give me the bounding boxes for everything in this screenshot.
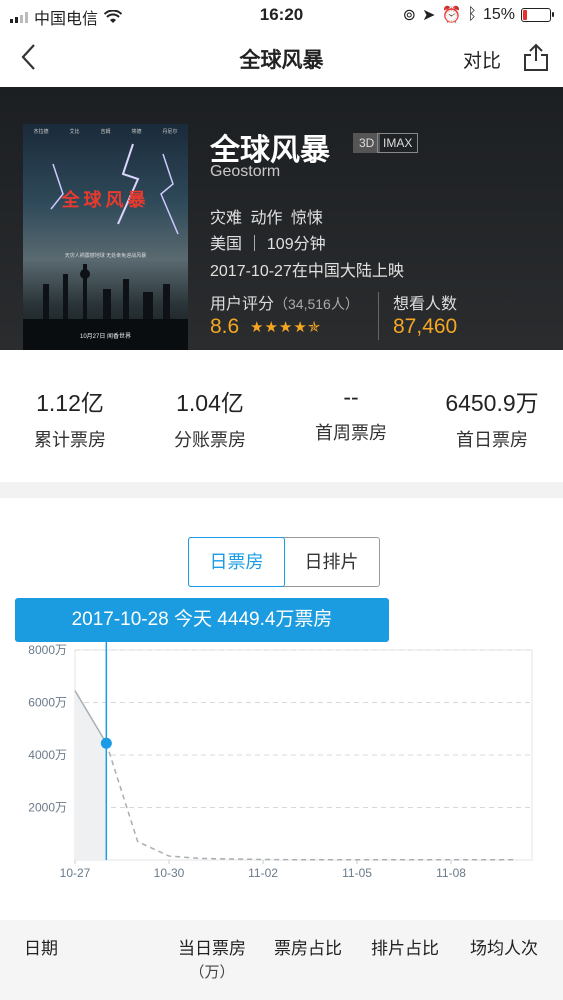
rating-value: 8.6 <box>210 315 240 338</box>
nav-bar: 全球风暴 对比 <box>0 30 563 86</box>
series-line-forecast <box>105 742 514 861</box>
x-tick-label: 11-05 <box>342 866 372 880</box>
y-tick-label: 6000万 <box>28 696 67 710</box>
english-title: Geostorm <box>210 163 281 180</box>
col-date[interactable]: 日期 <box>24 934 58 959</box>
chart-svg[interactable]: 8000万 6000万 4000万 2000万 10-27 10-30 11-02 11-05… <box>0 638 563 880</box>
y-tick-label: 2000万 <box>28 801 67 815</box>
poster-cast: 杰拉德 艾比 吉姆 埃德 丹尼尔 <box>33 129 178 135</box>
status-right: ⊚ ➤ ⏰ ᛒ 15% <box>402 5 554 25</box>
stat-first-week: -- 首周票房 <box>315 384 387 443</box>
y-tick-label: 4000万 <box>28 748 67 762</box>
genres: 灾难 动作 惊悚 <box>210 210 323 227</box>
x-tick-label: 10-27 <box>60 866 91 880</box>
alarm-icon: ⏰ <box>441 7 462 24</box>
selected-point <box>100 737 112 749</box>
stat-first-day: 6450.9万 首日票房 <box>445 390 539 450</box>
x-tick-label: 10-30 <box>154 866 185 880</box>
lightning-art <box>23 143 188 350</box>
tab-daily-box-office[interactable]: 日票房 <box>188 537 285 587</box>
share-icon[interactable] <box>521 42 551 72</box>
rotation-lock-icon: ⊚ <box>402 7 417 24</box>
want-label: 想看人数 <box>393 296 458 313</box>
badge-imax: IMAX <box>377 133 419 153</box>
movie-poster[interactable]: 杰拉德 艾比 吉姆 埃德 丹尼尔 全球风暴 天灾人祸震撼地球 无处幸免迎战风暴 … <box>23 124 188 350</box>
rating-count: （34,516人） <box>274 296 359 312</box>
bluetooth-icon: ᛒ <box>467 6 477 23</box>
want-count: 87,460 <box>393 315 458 338</box>
poster-tagline: 天灾人祸震撼地球 无处幸免迎战风暴 <box>64 253 147 259</box>
release-date: 2017-10-27在中国大陆上映 <box>210 263 404 280</box>
stat-total: 1.12亿 累计票房 <box>34 390 106 450</box>
battery-icon <box>521 8 554 22</box>
battery-percent: 15% <box>482 6 515 23</box>
col-avg-attendance[interactable]: 场均人次 <box>462 934 546 959</box>
stat-split: 1.04亿 分账票房 <box>174 390 246 450</box>
movie-hero: 杰拉德 艾比 吉姆 埃德 丹尼尔 全球风暴 天灾人祸震撼地球 无处幸免迎战风暴 … <box>0 87 563 350</box>
col-schedule-share[interactable]: 排片占比 <box>365 934 445 959</box>
poster-date: 10月27日 闻香世界 <box>79 334 131 340</box>
x-tick-label: 11-08 <box>436 866 466 880</box>
x-tick-label: 11-02 <box>248 866 278 880</box>
tab-daily-schedule[interactable]: 日排片 <box>284 538 379 586</box>
col-box-office-share[interactable]: 票房占比 <box>268 934 348 959</box>
box-office-stats: 1.12亿 累计票房 1.04亿 分账票房 -- 首周票房 6450.9万 首日… <box>0 350 563 482</box>
col-daily-box-office[interactable]: 当日票房 （万） <box>172 934 252 982</box>
divider <box>378 292 379 340</box>
chart-tabs: 日票房 日排片 <box>188 537 380 587</box>
compare-button[interactable]: 对比 <box>463 46 501 73</box>
chart-tooltip: 2017-10-28 今天 4449.4万票房 <box>15 598 389 642</box>
poster-title: 全球风暴 <box>61 190 150 210</box>
y-tick-label: 8000万 <box>28 643 67 657</box>
country-duration: 美国 ｜ 109分钟 <box>210 236 326 253</box>
star-rating-icon: ★★★★✯ <box>250 319 322 336</box>
location-icon: ➤ <box>422 7 436 24</box>
rating-label: 用户评分（34,516人） <box>210 296 359 313</box>
box-office-chart[interactable]: 8000万 6000万 4000万 2000万 10-27 10-30 11-02 11-05… <box>0 638 563 880</box>
section-gap <box>0 482 563 498</box>
table-header: 日期 当日票房 （万） 票房占比 排片占比 场均人次 <box>0 920 563 1000</box>
status-bar: 中国电信 16:20 ⊚ ➤ ⏰ ᛒ 15% <box>0 0 563 30</box>
